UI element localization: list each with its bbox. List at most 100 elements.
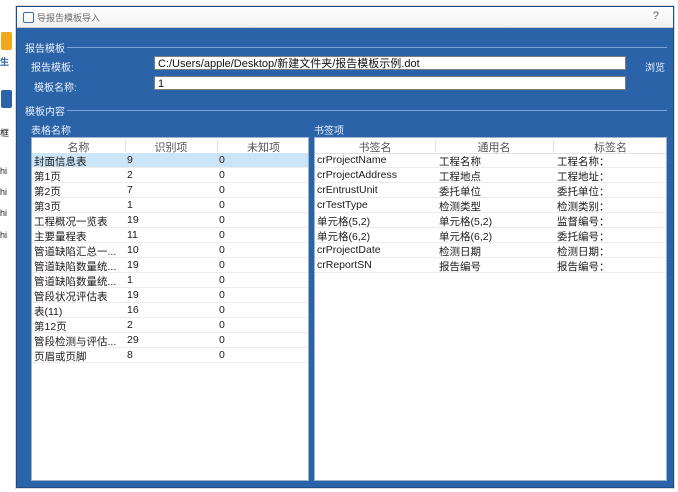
background-text: 生: [0, 57, 10, 67]
background-blue-tile: [1, 90, 12, 108]
table-row[interactable]: 管道缺陷数量统... 19 0: [32, 258, 308, 273]
table-row[interactable]: 单元格(6,2) 单元格(6,2) 委托编号：: [315, 228, 666, 243]
table-row[interactable]: crProjectDate 检测日期 检测日期：: [315, 243, 666, 258]
table-row[interactable]: 管道缺陷数量统... 1 0: [32, 273, 308, 288]
table-row[interactable]: crTestType 检测类型 检测类别：: [315, 198, 666, 213]
template-import-dialog: 导报告模板导入 ? 报告模板 报告模板: C:/Users/apple/Desk…: [16, 6, 674, 488]
table-row[interactable]: 第12页 2 0: [32, 318, 308, 333]
cell-common: 检测类型: [439, 201, 481, 213]
dialog-titlebar[interactable]: 导报告模板导入 ?: [17, 7, 673, 28]
table-row[interactable]: 管道缺陷汇总一... 10 0: [32, 243, 308, 258]
cell-name: 管段状况评估表: [34, 291, 108, 303]
cell-common: 单元格(5,2): [439, 216, 493, 228]
table-row[interactable]: crEntrustUnit 委托单位 委托单位：: [315, 183, 666, 198]
cell-recognized: 19: [127, 289, 139, 301]
cell-recognized: 1: [127, 199, 133, 211]
cell-name: 封面信息表: [34, 156, 87, 168]
cell-name: 主要量程表: [34, 231, 87, 243]
cell-common: 委托单位: [439, 186, 481, 198]
table-row[interactable]: crReportSN 报告编号 报告编号：: [315, 258, 666, 273]
bookmarks-list[interactable]: 书签名 通用名 标签名 crProjectName 工程名称 工程名称： crProj…: [314, 137, 667, 481]
table-row[interactable]: crProjectAddress 工程地点 工程地址：: [315, 168, 666, 183]
cell-unknown: 0: [219, 334, 225, 346]
content-group-title: 模板内容: [25, 107, 65, 118]
help-button[interactable]: ?: [653, 10, 659, 22]
tables-list[interactable]: 名称 识别项 未知项 封面信息表 9 0 第1页 2 0 第2页 7 0 第3页 1 0 工程概况一览表…: [31, 137, 309, 481]
cell-bookmark: 单元格(5,2): [317, 216, 371, 228]
cell-recognized: 10: [127, 244, 139, 256]
cell-unknown: 0: [219, 199, 225, 211]
cell-label: 报告编号：: [557, 261, 610, 273]
cell-unknown: 0: [219, 259, 225, 271]
cell-bookmark: crReportSN: [317, 259, 372, 271]
cell-common: 报告编号: [439, 261, 481, 273]
cell-unknown: 0: [219, 229, 225, 241]
table-row[interactable]: 表(11) 16 0: [32, 303, 308, 318]
cell-recognized: 16: [127, 304, 139, 316]
tables-header: 名称 识别项 未知项: [32, 138, 308, 154]
cell-bookmark: crProjectAddress: [317, 169, 397, 181]
cell-bookmark: crProjectName: [317, 154, 387, 166]
cell-recognized: 9: [127, 154, 133, 166]
bookmarks-header: 书签名 通用名 标签名: [315, 138, 666, 154]
group-divider: [67, 110, 667, 111]
table-row[interactable]: 封面信息表 9 0: [32, 153, 308, 168]
cell-recognized: 11: [127, 229, 138, 241]
cell-name: 页眉或页脚: [34, 351, 87, 363]
cell-recognized: 19: [127, 214, 139, 226]
group-divider: [67, 47, 667, 48]
cell-label: 委托单位：: [557, 186, 610, 198]
dialog-title: 导报告模板导入: [37, 13, 101, 23]
cell-recognized: 2: [127, 169, 133, 181]
template-name-field[interactable]: 1: [154, 76, 626, 90]
table-row[interactable]: 第3页 1 0: [32, 198, 308, 213]
cell-name: 管道缺陷数量统...: [34, 276, 117, 288]
cell-common: 检测日期: [439, 246, 481, 258]
browse-button[interactable]: 浏览: [645, 59, 665, 74]
table-row[interactable]: 页眉或页脚 8 0: [32, 348, 308, 363]
table-row[interactable]: 管段检测与评估... 29 0: [32, 333, 308, 348]
cell-unknown: 0: [219, 184, 225, 196]
app-icon: [23, 12, 34, 23]
cell-recognized: 2: [127, 319, 133, 331]
cell-label: 工程地址：: [557, 171, 610, 183]
cell-name: 第1页: [34, 171, 61, 183]
cell-label: 委托编号：: [557, 231, 610, 243]
background-text: hi: [0, 208, 8, 218]
table-row[interactable]: 工程概况一览表 19 0: [32, 213, 308, 228]
background-orange-tile: [1, 32, 12, 50]
cell-name: 管道缺陷汇总一...: [34, 246, 117, 258]
cell-recognized: 29: [127, 334, 139, 346]
cell-unknown: 0: [219, 349, 225, 361]
table-row[interactable]: 第2页 7 0: [32, 183, 308, 198]
background-text: 框: [0, 128, 10, 138]
table-row[interactable]: 主要量程表 11 0: [32, 228, 308, 243]
tables-title: 表格名称: [31, 126, 71, 137]
cell-name: 工程概况一览表: [34, 216, 108, 228]
cell-recognized: 7: [127, 184, 133, 196]
cell-bookmark: crTestType: [317, 199, 368, 211]
template-group-title: 报告模板: [25, 44, 65, 55]
cell-common: 工程名称: [439, 156, 481, 168]
cell-label: 监督编号：: [557, 216, 610, 228]
table-row[interactable]: 单元格(5,2) 单元格(5,2) 监督编号：: [315, 213, 666, 228]
table-row[interactable]: 第1页 2 0: [32, 168, 308, 183]
template-path-field[interactable]: C:/Users/apple/Desktop/新建文件夹/报告模板示例.dot: [154, 56, 626, 70]
cell-unknown: 0: [219, 274, 225, 286]
bookmarks-title: 书签项: [314, 126, 344, 137]
cell-name: 表(11): [34, 306, 63, 318]
background-text: hi: [0, 230, 8, 240]
cell-unknown: 0: [219, 304, 225, 316]
cell-label: 检测类别：: [557, 201, 610, 213]
table-row[interactable]: crProjectName 工程名称 工程名称：: [315, 153, 666, 168]
cell-label: 检测日期：: [557, 246, 610, 258]
cell-unknown: 0: [219, 169, 225, 181]
cell-bookmark: 单元格(6,2): [317, 231, 371, 243]
background-left-strip: 生 框 hi hi hi hi: [0, 20, 14, 492]
table-row[interactable]: 管段状况评估表 19 0: [32, 288, 308, 303]
cell-name: 管段检测与评估...: [34, 336, 117, 348]
cell-label: 工程名称：: [557, 156, 610, 168]
template-name-label: 模板名称:: [34, 83, 77, 94]
cell-unknown: 0: [219, 154, 225, 166]
cell-unknown: 0: [219, 319, 225, 331]
